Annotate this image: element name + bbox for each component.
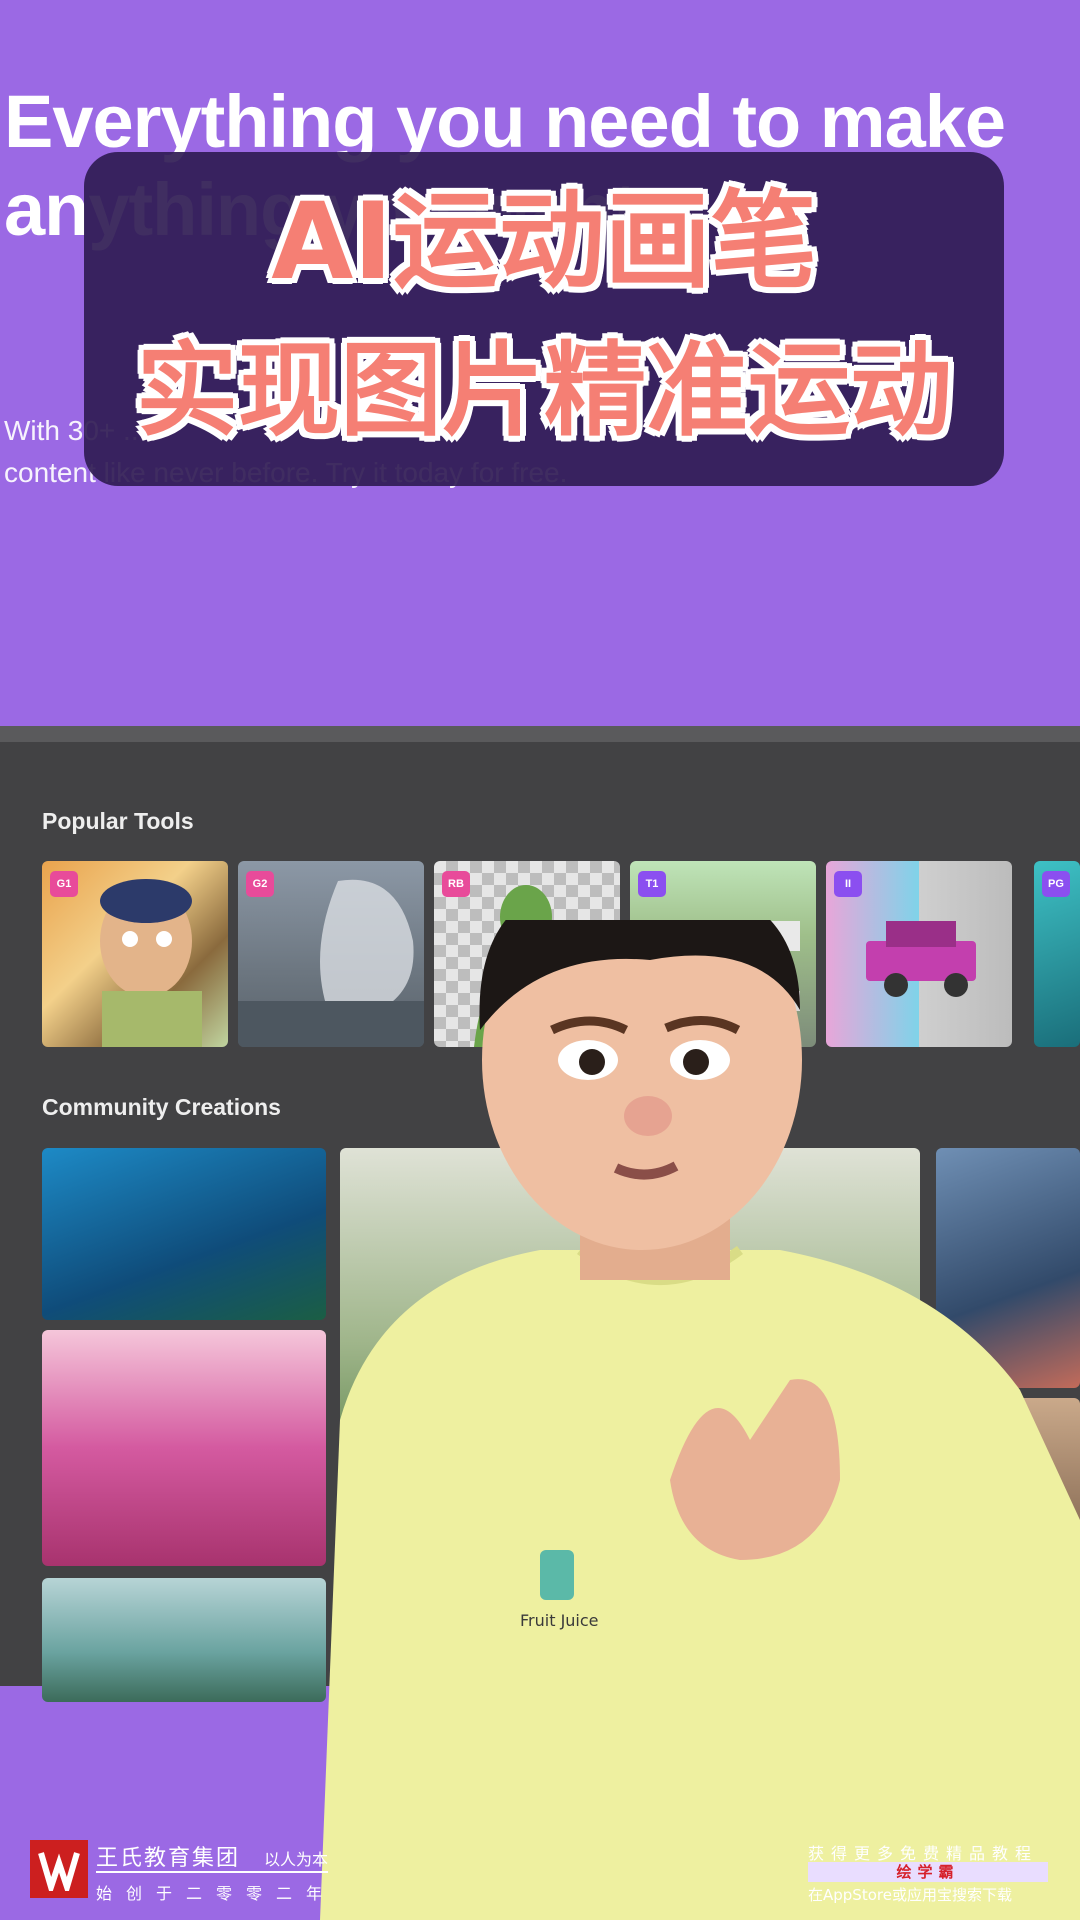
caption-line-1: AI运动画笔 xyxy=(271,180,817,303)
video-frame: Everything you need to make anything you… xyxy=(0,0,1080,1920)
brand-motto: 以人为本 xyxy=(264,1850,329,1869)
tool-badge: PG xyxy=(1042,871,1070,897)
tool-badge: RB xyxy=(442,871,470,897)
brand-name: 王氏教育集团 xyxy=(96,1846,241,1871)
tool-badge: G1 xyxy=(50,871,78,897)
community-creations-title: Community Creations xyxy=(42,1094,281,1120)
caption-overlay: AI运动画笔 实现图片精准运动 xyxy=(84,152,1004,486)
community-card-flowers[interactable] xyxy=(42,1330,326,1566)
promo-app-name: 绘学霸 xyxy=(808,1862,1048,1882)
popular-tools-title: Popular Tools xyxy=(42,808,194,834)
community-card-palms[interactable] xyxy=(42,1578,326,1702)
tool-badge: II xyxy=(834,871,862,897)
w-logo-icon xyxy=(38,1852,80,1891)
community-card-underwater[interactable] xyxy=(42,1148,326,1320)
footer-divider xyxy=(96,1871,328,1873)
promo-line-3: 在AppStore或应用宝搜索下载 xyxy=(808,1886,1012,1904)
brand-logo xyxy=(30,1840,88,1898)
tool-badge: T1 xyxy=(638,871,666,897)
shirt-logo-text: Fruit Juice xyxy=(520,1611,599,1630)
juice-cup-icon xyxy=(540,1550,574,1600)
brand-since: 始创于二零零二年 xyxy=(96,1884,337,1903)
tool-badge: G2 xyxy=(246,871,274,897)
presenter-character: Fruit Juice xyxy=(320,920,1080,1920)
promo-line-1: 获得更多免费精品教程 xyxy=(808,1844,1039,1863)
tool-card-g1[interactable]: G1 xyxy=(42,861,228,1047)
caption-line-2: 实现图片精准运动 xyxy=(136,332,952,451)
